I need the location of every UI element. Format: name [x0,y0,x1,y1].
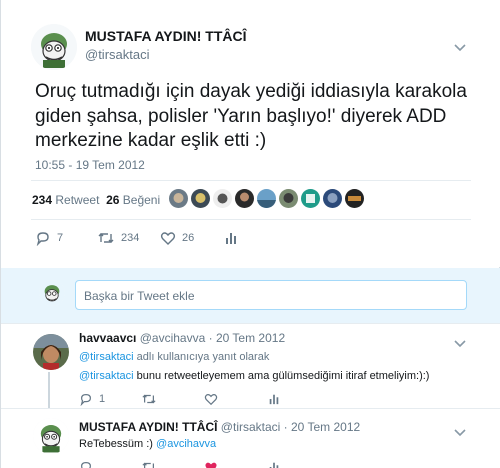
liker-avatar[interactable] [191,189,210,208]
liker-avatar[interactable] [323,189,342,208]
reply-button[interactable]: 7 [35,230,97,246]
heart-icon [160,230,176,246]
like-label: Beğeni [122,193,161,207]
replying-to: @tirsaktaci adlı kullanıcıya yanıt olara… [79,351,269,363]
retweet-button[interactable] [141,392,204,406]
retweet-button[interactable]: 234 [97,230,160,246]
reply-text: ReTebessüm :) @avcihavva [79,438,216,450]
reply-mention[interactable]: @tirsaktaci [79,370,134,382]
bar-chart-icon [268,393,280,405]
reply-date[interactable]: · 20 Tem 2012 [209,331,286,345]
divider [31,219,471,220]
reply-icon [79,392,93,406]
reply-body: ReTebessüm :) [79,438,157,450]
liker-avatars [169,189,364,211]
author-name[interactable]: MUSTAFA AYDIN! TTÂCÎ [85,28,247,44]
avatar [39,280,65,306]
replying-to-mention[interactable]: @tirsaktaci [79,351,134,363]
reply-body: bunu retweetleyemem ama gülümsediğimi it… [133,370,430,382]
retweet-icon [141,460,157,468]
retweet-label: Retweet [55,193,100,207]
analytics-button[interactable] [268,461,280,468]
reply-tweet[interactable]: MUSTAFA AYDIN! TTÂCÎ @tirsaktaci · 20 Te… [1,408,500,468]
chevron-down-icon[interactable] [453,425,467,437]
tweet-actions: 7 234 26 [35,230,238,246]
reply-date[interactable]: · 20 Tem 2012 [284,420,361,434]
retweet-button[interactable] [141,460,204,468]
reply-tweet[interactable]: havvaavcı @avcihavva · 20 Tem 2012 @tirs… [1,323,500,408]
reply-composer: Başka bir Tweet ekle [1,268,500,323]
like-button[interactable] [204,460,268,468]
reply-icon [35,230,51,246]
liker-avatar[interactable] [235,189,254,208]
author-handle[interactable]: @tirsaktaci [85,47,150,62]
reply-icon [79,460,93,468]
retweet-icon [141,392,157,406]
liker-avatar[interactable] [301,189,320,208]
like-count: 26 [106,193,120,207]
avatar[interactable] [33,418,69,454]
heart-filled-icon [204,460,218,468]
reply-author-handle[interactable]: @tirsaktaci [221,420,281,434]
liker-avatar[interactable] [213,189,232,208]
bar-chart-icon [224,231,238,245]
reply-author-handle[interactable]: @avcihavva [140,331,206,345]
like-action-count: 26 [182,232,195,244]
reply-actions [79,460,280,468]
reply-author-name[interactable]: MUSTAFA AYDIN! TTÂCÎ [79,420,217,434]
chevron-down-icon[interactable] [453,336,467,348]
avatar[interactable] [31,24,77,70]
reply-header: havvaavcı @avcihavva · 20 Tem 2012 [79,331,285,345]
avatar[interactable] [33,334,69,370]
bar-chart-icon [268,461,280,468]
tweet-stats[interactable]: 234 Retweet 26 Beğeni [32,193,160,207]
reply-text: @tirsaktaci bunu retweetleyemem ama gülü… [79,370,429,382]
main-tweet: MUSTAFA AYDIN! TTÂCÎ @tirsaktaci Oruç tu… [1,0,500,267]
reply-actions: 1 [79,392,280,406]
retweet-icon [97,230,115,246]
like-button[interactable] [204,392,268,406]
like-button[interactable]: 26 [160,230,224,246]
retweet-count: 234 [32,193,53,207]
analytics-button[interactable] [268,393,280,405]
tweet-timestamp[interactable]: 10:55 - 19 Tem 2012 [35,158,145,172]
reply-mention[interactable]: @avcihavva [156,438,216,450]
analytics-button[interactable] [224,231,238,245]
tweet-page: MUSTAFA AYDIN! TTÂCÎ @tirsaktaci Oruç tu… [0,0,500,468]
tweet-text: Oruç tutmadığı için dayak yediği iddiası… [35,81,467,151]
retweet-action-count: 234 [121,232,140,244]
reply-header: MUSTAFA AYDIN! TTÂCÎ @tirsaktaci · 20 Te… [79,420,360,434]
reply-input[interactable]: Başka bir Tweet ekle [75,280,467,310]
reply-button[interactable]: 1 [79,392,141,406]
reply-count: 1 [99,393,106,405]
reply-button[interactable] [79,460,141,468]
reply-count: 7 [57,232,64,244]
chevron-down-icon[interactable] [453,40,467,52]
heart-icon [204,392,218,406]
divider [31,180,471,181]
replying-to-label: adlı kullanıcıya yanıt olarak [133,351,270,363]
liker-avatar[interactable] [257,189,276,208]
reply-author-name[interactable]: havvaavcı [79,331,136,345]
liker-avatar[interactable] [169,189,188,208]
liker-avatar[interactable] [345,189,364,208]
liker-avatar[interactable] [279,189,298,208]
